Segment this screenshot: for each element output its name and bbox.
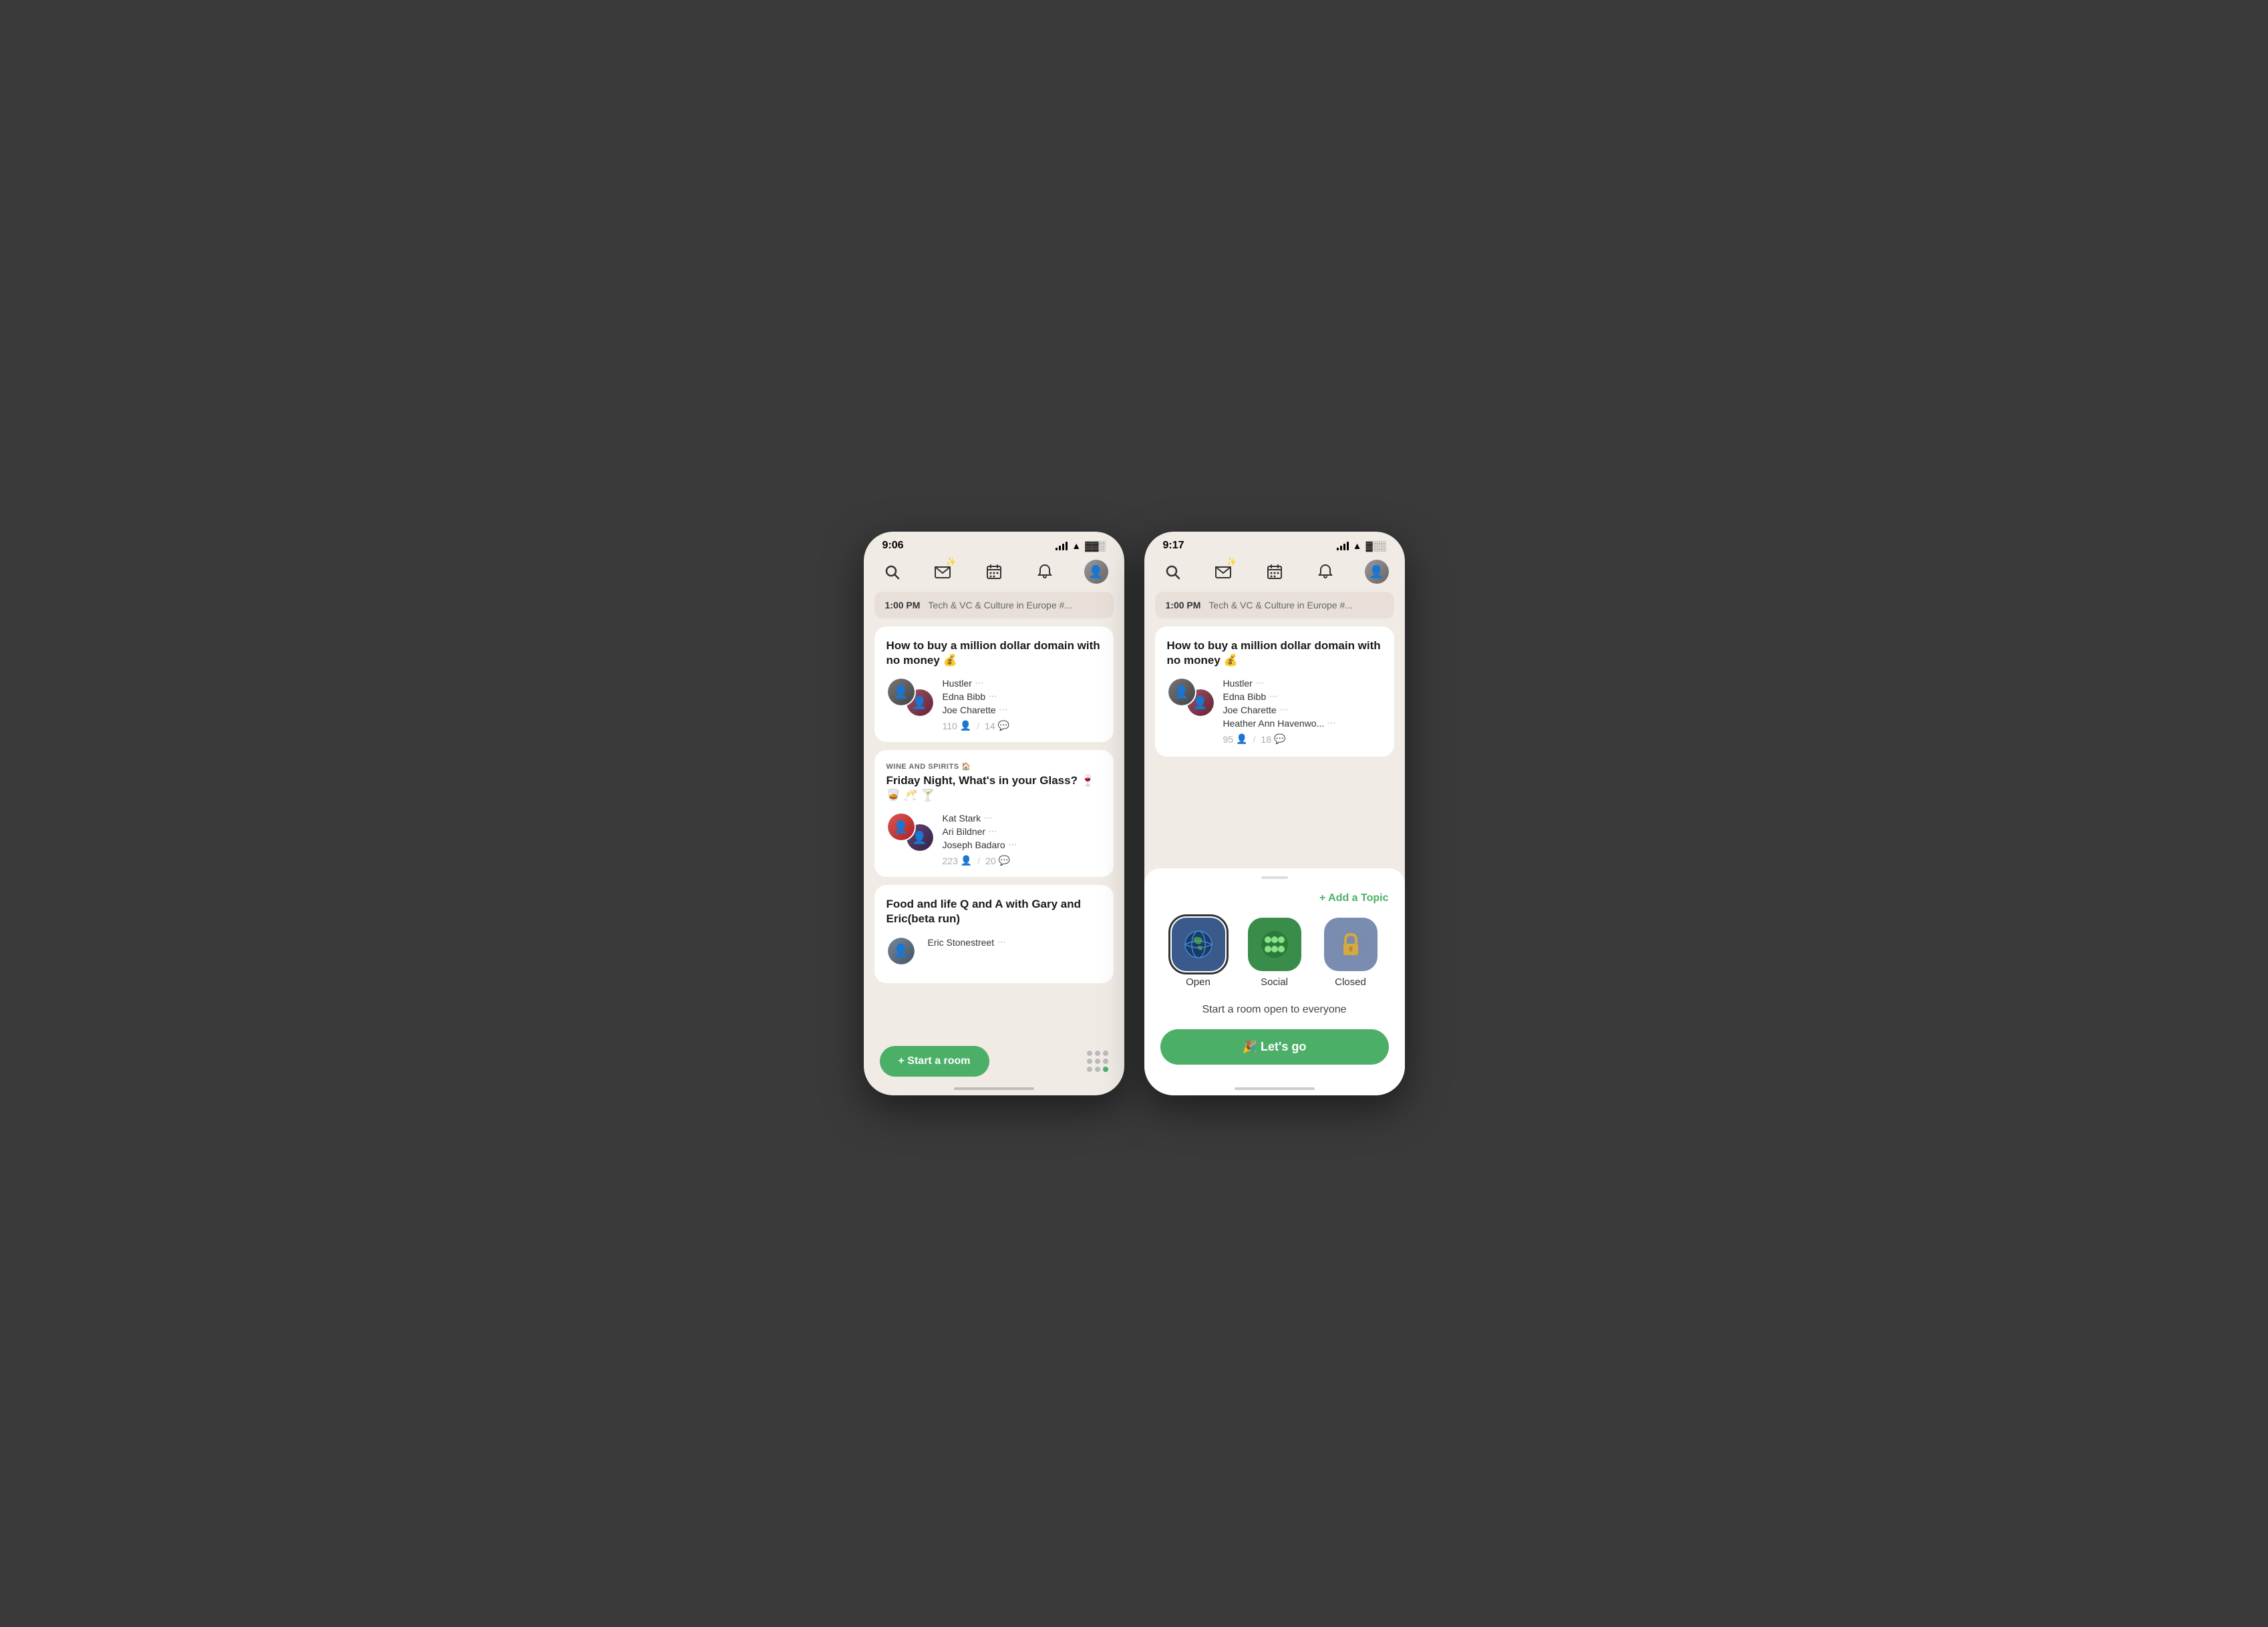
user-avatar-2[interactable]: 👤	[1365, 560, 1389, 584]
club-label-2: WINE AND SPIRITS 🏠	[886, 762, 1102, 771]
speaker-2-2: Ari Bildner ···	[943, 826, 1102, 838]
speakers-info-p2-1: Hustler ··· Edna Bibb ··· Joe Charette ·…	[1223, 677, 1382, 745]
closed-icon	[1324, 918, 1378, 971]
home-indicator-1	[954, 1087, 1034, 1090]
speaker-2-1: Kat Stark ···	[943, 812, 1102, 824]
room-stats-1: 110 👤 / 14 💬	[943, 720, 1102, 731]
status-icons-2: ▲ ▓░░	[1337, 540, 1386, 551]
bell-icon-1[interactable]	[1033, 560, 1057, 584]
room-description: Start a room open to everyone	[1160, 1004, 1389, 1016]
speakers-info-1: Hustler ··· Edna Bibb ··· Joe Charette ·…	[943, 677, 1102, 731]
status-bar-1: 9:06 ▲ ▓▓░	[864, 532, 1124, 554]
speakers-row-2: 👤 👤 Kat Stark ··· Ari Bildner ···	[886, 812, 1102, 866]
room-stats-2: 223 👤 / 20 💬	[943, 855, 1102, 866]
room-title-3: Food and life Q and A with Gary and Eric…	[886, 897, 1102, 926]
speaker-p2-1-3: Joe Charette ···	[1223, 704, 1382, 716]
speakers-row-p2-1: 👤 👤 Hustler ··· Edna Bibb ···	[1167, 677, 1382, 745]
calendar-icon-1[interactable]	[982, 560, 1006, 584]
speaker-1-2: Edna Bibb ···	[943, 691, 1102, 703]
event-banner-2[interactable]: 1:00 PM Tech & VC & Culture in Europe #.…	[1155, 592, 1394, 618]
phone-1: 9:06 ▲ ▓▓░	[864, 532, 1124, 1095]
lets-go-label: 🎉 Let's go	[1243, 1040, 1307, 1054]
open-icon	[1172, 918, 1225, 971]
speaker-3-1: Eric Stonestreet ···	[928, 936, 1102, 948]
room-type-open[interactable]: Open	[1172, 918, 1225, 988]
search-icon-2[interactable]	[1160, 560, 1184, 584]
social-icon	[1248, 918, 1301, 971]
signal-icon-1	[1056, 541, 1068, 550]
wifi-icon-2: ▲	[1353, 540, 1362, 551]
closed-label: Closed	[1335, 976, 1366, 988]
room-types: Open	[1160, 918, 1389, 988]
speaker-p2-1-4: Heather Ann Havenwo... ···	[1223, 717, 1382, 729]
room-card-p2-1[interactable]: How to buy a million dollar domain with …	[1155, 626, 1394, 757]
avatars-stack-1: 👤 👤	[886, 677, 935, 717]
screens-container: 9:06 ▲ ▓▓░	[837, 505, 1432, 1122]
sheet-handle	[1261, 876, 1288, 879]
wifi-icon-1: ▲	[1072, 540, 1081, 551]
event-banner-1[interactable]: 1:00 PM Tech & VC & Culture in Europe #.…	[874, 592, 1114, 618]
speaker-p2-1-2: Edna Bibb ···	[1223, 691, 1382, 703]
sparkle-icon-1: ✨	[946, 557, 956, 566]
status-icons-1: ▲ ▓▓░	[1056, 540, 1105, 551]
bottom-sheet: + Add a Topic	[1144, 868, 1405, 1095]
room-title-2: Friday Night, What's in your Glass? 🍷 🥃 …	[886, 773, 1102, 803]
speakers-info-3: Eric Stonestreet ···	[928, 936, 1102, 976]
event-time-2: 1:00 PM	[1166, 600, 1201, 610]
start-room-label: + Start a room	[899, 1055, 971, 1067]
inbox-icon-2[interactable]: ✨	[1211, 560, 1235, 584]
speaker-1-3: Joe Charette ···	[943, 704, 1102, 716]
avatars-stack-2: 👤 👤	[886, 812, 935, 852]
nav-bar-2: ✨	[1144, 554, 1405, 592]
avatars-stack-p2-1: 👤 👤	[1167, 677, 1215, 717]
home-indicator-2	[1235, 1087, 1315, 1090]
avatars-stack-3: 👤	[886, 936, 920, 976]
event-time-1: 1:00 PM	[885, 600, 921, 610]
speakers-info-2: Kat Stark ··· Ari Bildner ··· Joseph Bad…	[943, 812, 1102, 866]
phone-2: 9:17 ▲ ▓░░	[1144, 532, 1405, 1095]
battery-icon-1: ▓▓░	[1085, 540, 1105, 551]
time-1: 9:06	[882, 540, 904, 552]
speaker-2-3: Joseph Badaro ···	[943, 839, 1102, 851]
user-avatar-1[interactable]: 👤	[1084, 560, 1108, 584]
speakers-row-1: 👤 👤 Hustler ··· Edna Bibb ···	[886, 677, 1102, 731]
signal-icon-2	[1337, 541, 1349, 550]
time-2: 9:17	[1163, 540, 1184, 552]
speaker-p2-1-1: Hustler ···	[1223, 677, 1382, 689]
speakers-row-3: 👤 Eric Stonestreet ···	[886, 936, 1102, 976]
social-label: Social	[1261, 976, 1288, 988]
add-topic-btn[interactable]: + Add a Topic	[1160, 892, 1389, 904]
bell-icon-2[interactable]	[1313, 560, 1337, 584]
room-title-1: How to buy a million dollar domain with …	[886, 639, 1102, 668]
status-bar-2: 9:17 ▲ ▓░░	[1144, 532, 1405, 554]
search-icon-1[interactable]	[880, 560, 904, 584]
start-room-button[interactable]: + Start a room	[880, 1046, 989, 1077]
battery-icon-2: ▓░░	[1365, 540, 1386, 551]
room-card-3[interactable]: Food and life Q and A with Gary and Eric…	[874, 885, 1114, 982]
room-type-social[interactable]: Social	[1248, 918, 1301, 988]
event-title-2: Tech & VC & Culture in Europe #...	[1208, 600, 1353, 610]
room-card-2[interactable]: WINE AND SPIRITS 🏠 Friday Night, What's …	[874, 750, 1114, 877]
room-type-closed[interactable]: Closed	[1324, 918, 1378, 988]
sparkle-icon-2: ✨	[1227, 557, 1237, 566]
open-label: Open	[1186, 976, 1210, 988]
grid-dots[interactable]	[1087, 1051, 1108, 1072]
event-title-1: Tech & VC & Culture in Europe #...	[928, 600, 1072, 610]
calendar-icon-2[interactable]	[1263, 560, 1287, 584]
room-title-p2-1: How to buy a million dollar domain with …	[1167, 639, 1382, 668]
lets-go-button[interactable]: 🎉 Let's go	[1160, 1029, 1389, 1065]
speaker-1-1: Hustler ···	[943, 677, 1102, 689]
room-stats-p2-1: 95 👤 / 18 💬	[1223, 733, 1382, 745]
nav-bar-1: ✨	[864, 554, 1124, 592]
room-card-1[interactable]: How to buy a million dollar domain with …	[874, 626, 1114, 742]
inbox-icon-1[interactable]: ✨	[931, 560, 955, 584]
